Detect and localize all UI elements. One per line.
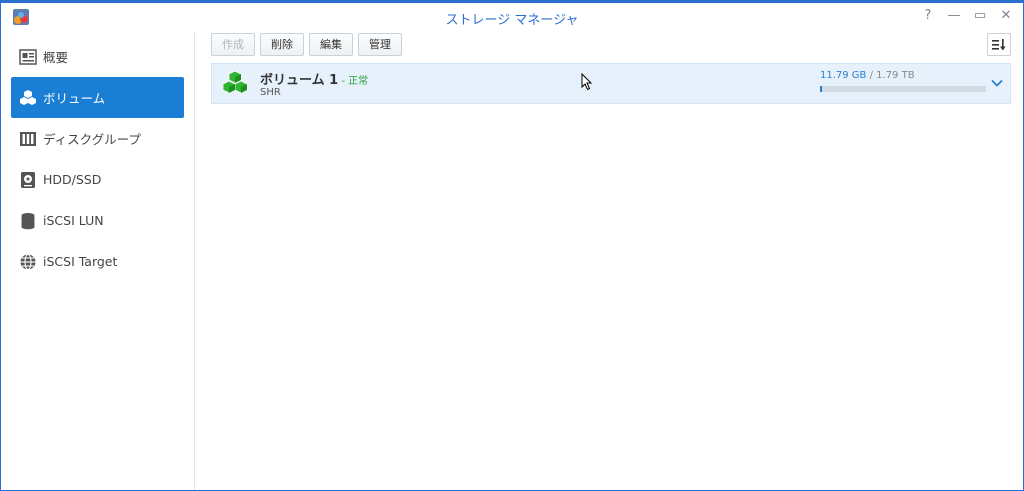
main-content: 作成 削除 編集 管理 ボリューム 1 - 正常 SHR 11.79 GB / … xyxy=(201,31,1023,490)
volume-status-separator: - xyxy=(338,76,349,87)
overview-icon xyxy=(19,48,37,66)
sidebar-item-disk-group[interactable]: ディスクグループ xyxy=(11,118,184,159)
hdd-icon xyxy=(19,171,37,189)
sort-icon xyxy=(992,38,1006,50)
sidebar-item-volume[interactable]: ボリューム xyxy=(11,77,184,118)
iscsi-target-icon xyxy=(19,253,37,271)
volume-icon xyxy=(19,89,37,107)
sidebar-item-hdd-ssd[interactable]: HDD/SSD xyxy=(11,159,184,200)
chevron-down-icon[interactable] xyxy=(990,76,1004,90)
sidebar-item-label: iSCSI LUN xyxy=(43,213,104,228)
volume-cube-icon xyxy=(222,70,248,94)
minimize-icon[interactable]: — xyxy=(947,8,961,24)
volume-total: / 1.79 TB xyxy=(866,70,915,81)
sidebar-item-label: iSCSI Target xyxy=(43,254,118,269)
sidebar: 概要 ボリューム ディスクグループ HDD/SSD iSCSI LUN iSCS… xyxy=(1,31,195,490)
sidebar-item-label: 概要 xyxy=(43,50,69,65)
mouse-cursor-icon xyxy=(581,73,593,91)
sidebar-item-label: ディスクグループ xyxy=(43,132,141,147)
iscsi-lun-icon xyxy=(19,212,37,230)
volume-type: SHR xyxy=(260,87,281,98)
volume-used: 11.79 GB xyxy=(820,70,867,81)
disk-group-icon xyxy=(19,130,37,148)
sidebar-item-iscsi-lun[interactable]: iSCSI LUN xyxy=(11,200,184,241)
volume-usage-text: 11.79 GB / 1.79 TB xyxy=(820,70,986,81)
volume-usage-bar xyxy=(820,86,986,92)
volume-name-text: ボリューム 1 xyxy=(260,73,339,88)
storage-manager-window: ストレージ マネージャ ? — ▭ ✕ 概要 ボリューム ディスクグループ HD… xyxy=(0,0,1024,491)
edit-button[interactable]: 編集 xyxy=(309,33,353,56)
sidebar-item-iscsi-target[interactable]: iSCSI Target xyxy=(11,241,184,282)
sidebar-item-label: HDD/SSD xyxy=(43,172,102,187)
maximize-icon[interactable]: ▭ xyxy=(973,8,987,24)
title-bar[interactable]: ストレージ マネージャ ? — ▭ ✕ xyxy=(1,3,1023,31)
create-button[interactable]: 作成 xyxy=(211,33,255,56)
volume-name: ボリューム 1 - 正常 xyxy=(260,69,368,88)
volume-row[interactable]: ボリューム 1 - 正常 SHR 11.79 GB / 1.79 TB xyxy=(211,63,1011,104)
sidebar-item-label: ボリューム xyxy=(43,91,106,106)
volume-usage-fill xyxy=(820,86,822,92)
manage-button[interactable]: 管理 xyxy=(358,33,402,56)
window-title: ストレージ マネージャ xyxy=(445,13,579,28)
toolbar: 作成 削除 編集 管理 xyxy=(211,33,402,57)
sort-button[interactable] xyxy=(987,33,1011,56)
delete-button[interactable]: 削除 xyxy=(260,33,304,56)
sidebar-item-overview[interactable]: 概要 xyxy=(11,36,184,77)
close-icon[interactable]: ✕ xyxy=(999,8,1013,24)
help-icon[interactable]: ? xyxy=(921,8,935,24)
volume-status: 正常 xyxy=(348,76,369,87)
